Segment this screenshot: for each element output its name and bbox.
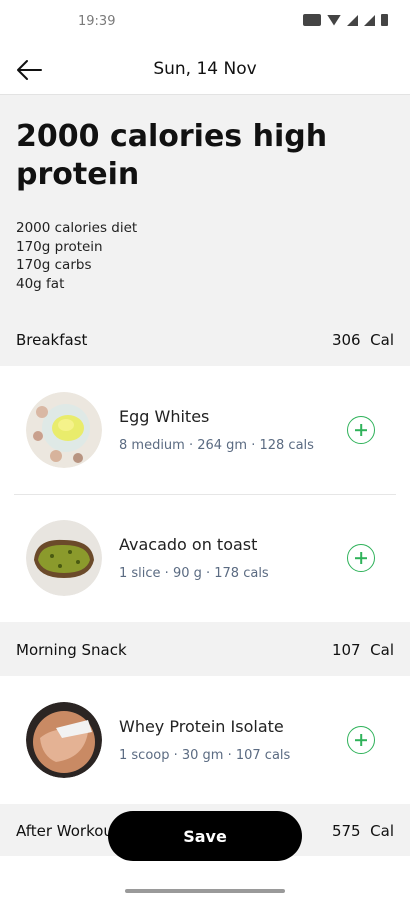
section-name: After Workout — [16, 822, 119, 840]
plan-detail-fat: 40g fat — [16, 275, 65, 292]
add-food-button[interactable] — [347, 544, 375, 572]
save-button[interactable]: Save — [108, 811, 302, 861]
section-calories: 306 Cal — [331, 331, 394, 349]
food-item-egg-whites[interactable]: Egg Whites 8 medium · 264 gm · 128 cals — [0, 366, 410, 494]
section-header-breakfast: Breakfast 306 Cal — [0, 320, 410, 360]
food-meta: 8 medium · 264 gm · 128 cals — [119, 438, 314, 453]
signal-icon-2 — [364, 14, 375, 26]
food-meta: 1 slice · 90 g · 178 cals — [119, 566, 269, 581]
status-bar: 19:39 — [0, 0, 410, 46]
plan-detail-carbs: 170g carbs — [16, 257, 92, 273]
food-image-avocado-toast — [26, 520, 102, 596]
home-indicator — [125, 889, 285, 893]
section-header-morning-snack: Morning Snack 107 Cal — [0, 630, 410, 670]
status-icons — [303, 14, 388, 26]
section-calories: 575 Cal — [331, 822, 394, 840]
food-item-avocado-toast[interactable]: Avacado on toast 1 slice · 90 g · 178 ca… — [0, 494, 410, 622]
bottom-area — [0, 856, 410, 900]
status-time: 19:39 — [78, 14, 116, 29]
app-header: Sun, 14 Nov — [0, 46, 410, 95]
food-name: Whey Protein Isolate — [119, 717, 284, 736]
food-name: Egg Whites — [119, 407, 210, 426]
section-name: Breakfast — [16, 331, 88, 349]
plan-title: 2000 calories high protein — [16, 119, 328, 192]
add-food-button[interactable] — [347, 416, 375, 444]
food-name: Avacado on toast — [119, 535, 258, 554]
wifi-icon — [327, 14, 341, 26]
food-meta: 1 scoop · 30 gm · 107 cals — [119, 748, 291, 763]
breakfast-food-list: Egg Whites 8 medium · 264 gm · 128 cals … — [0, 366, 410, 622]
food-image-egg-whites — [26, 392, 102, 468]
add-food-button[interactable] — [347, 726, 375, 754]
food-item-whey-protein[interactable]: Whey Protein Isolate 1 scoop · 30 gm · 1… — [0, 676, 410, 804]
signal-icon — [347, 14, 358, 26]
section-calories: 107 Cal — [331, 641, 394, 659]
battery-icon — [381, 14, 388, 26]
plan-detail-protein: 170g protein — [16, 238, 103, 255]
morning-snack-food-list: Whey Protein Isolate 1 scoop · 30 gm · 1… — [0, 676, 410, 804]
plan-detail-calories: 2000 calories diet — [16, 220, 138, 236]
vpn-icon — [303, 14, 321, 26]
plan-details: 2000 calories diet 170g protein 170g car… — [16, 219, 137, 293]
food-image-whey-protein — [26, 702, 102, 778]
section-name: Morning Snack — [16, 641, 127, 659]
header-date-title: Sun, 14 Nov — [153, 59, 257, 79]
